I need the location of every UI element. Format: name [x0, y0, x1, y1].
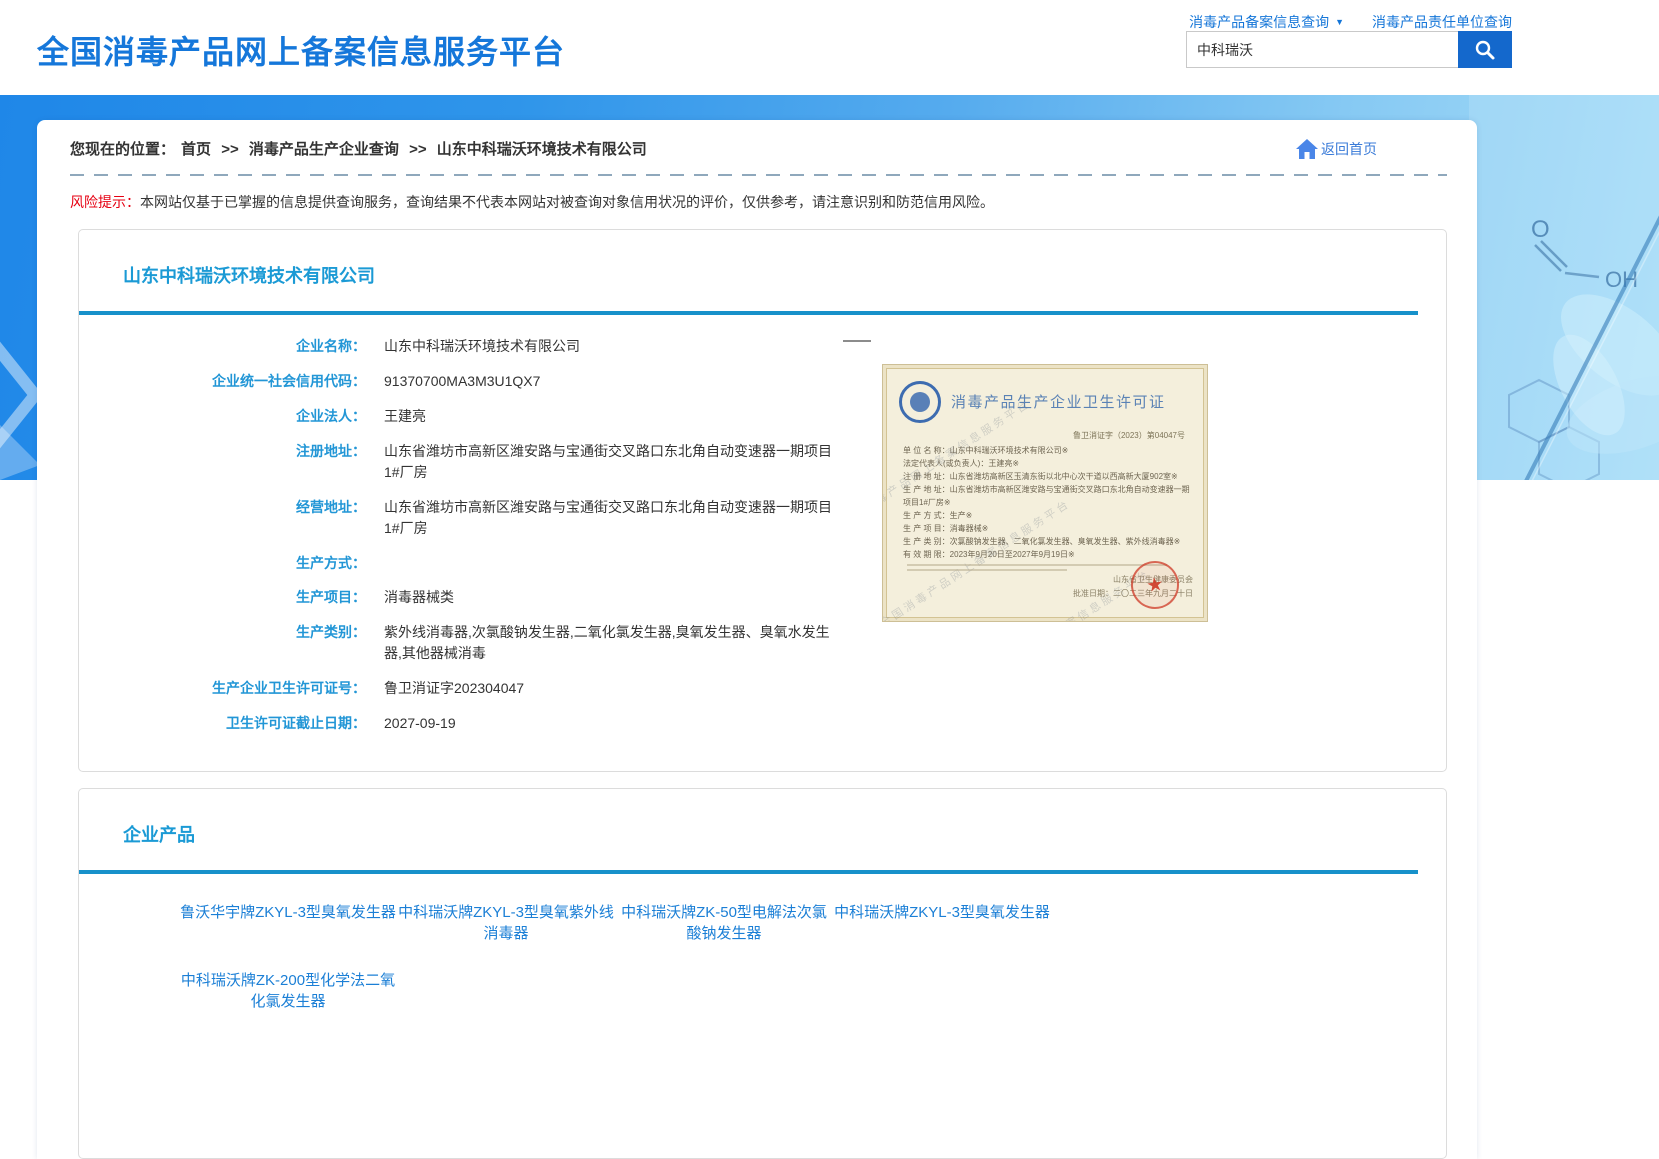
- certificate-line: 生 产 方 式：生产※: [903, 509, 1195, 522]
- certificate-line: 注 册 地 址：山东省潍坊高新区玉清东街以北中心次干道以西高新大厦902室※: [903, 470, 1195, 483]
- products-card-title: 企业产品: [79, 789, 1446, 847]
- breadcrumb-row: 您现在的位置： 首页 >> 消毒产品生产企业查询 >> 山东中科瑞沃环境技术有限公…: [37, 120, 1477, 159]
- banner-left-decoration: [0, 95, 40, 480]
- chemistry-graphic: O OH: [1469, 95, 1659, 480]
- dashed-divider: [70, 174, 1447, 176]
- breadcrumb-separator: >>: [409, 141, 427, 158]
- company-card-title: 山东中科瑞沃环境技术有限公司: [79, 230, 1446, 288]
- product-item: 中科瑞沃牌ZK-50型电解法次氯酸钠发生器: [615, 902, 833, 944]
- field-row: 生产类别： 紫外线消毒器,次氯酸钠发生器,二氧化氯发生器,臭氧发生器、臭氧水发生器…: [79, 615, 1446, 671]
- field-value: 山东省潍坊市高新区潍安路与宝通街交叉路口东北角自动变速器一期项目1#厂房: [384, 441, 844, 483]
- field-row: 企业统一社会信用代码： 91370700MA3M3U1QX7: [79, 364, 1446, 399]
- breadcrumb-separator: >>: [221, 141, 239, 158]
- product-item: 中科瑞沃牌ZK-200型化学法二氧化氯发生器: [179, 970, 397, 1012]
- company-card: 山东中科瑞沃环境技术有限公司 企业名称： 山东中科瑞沃环境技术有限公司 企业统一社…: [78, 229, 1447, 772]
- certificate-fineprint: [907, 564, 1167, 566]
- certificate-line: 法定代表人(或负责人)：王建亮※: [903, 457, 1195, 470]
- field-row: 企业法人： 王建亮: [79, 399, 1446, 434]
- certificate-body: 单 位 名 称：山东中科瑞沃环境技术有限公司※ 法定代表人(或负责人)：王建亮※…: [883, 444, 1207, 561]
- field-value: 2027-09-19: [384, 713, 456, 734]
- risk-notice-label: 风险提示：: [70, 194, 140, 210]
- product-list: 鲁沃华宇牌ZKYL-3型臭氧发生器 中科瑞沃牌ZKYL-3型臭氧紫外线消毒器 中…: [79, 874, 1119, 1038]
- products-card: 企业产品 鲁沃华宇牌ZKYL-3型臭氧发生器 中科瑞沃牌ZKYL-3型臭氧紫外线…: [78, 788, 1447, 1159]
- risk-notice-text: 本网站仅基于已掌握的信息提供查询服务，查询结果不代表本网站对被查询对象信用状况的…: [140, 194, 994, 210]
- certificate-title: 消毒产品生产企业卫生许可证: [951, 391, 1166, 412]
- field-label: 生产方式：: [79, 553, 366, 573]
- field-label: 注册地址：: [79, 441, 366, 483]
- search-input[interactable]: [1186, 31, 1458, 68]
- breadcrumb: 您现在的位置： 首页 >> 消毒产品生产企业查询 >> 山东中科瑞沃环境技术有限公…: [70, 138, 653, 159]
- company-fields: 企业名称： 山东中科瑞沃环境技术有限公司 企业统一社会信用代码： 91370700M…: [79, 315, 1446, 771]
- field-label: 企业统一社会信用代码：: [79, 371, 366, 392]
- home-icon: [1296, 139, 1318, 159]
- breadcrumb-item-home: 首页: [181, 141, 211, 158]
- certificate-line: 生 产 地 址：山东省潍坊市高新区潍安路与宝通街交叉路口东北角自动变速器一期项目…: [903, 483, 1195, 509]
- certificate-line: 生 产 项 目：消毒器械※: [903, 522, 1195, 535]
- product-link[interactable]: 中科瑞沃牌ZKYL-3型臭氧紫外线消毒器: [397, 902, 615, 944]
- back-home-link[interactable]: 返回首页: [1296, 139, 1377, 159]
- search-icon: [1474, 39, 1496, 61]
- product-link[interactable]: 中科瑞沃牌ZK-200型化学法二氧化氯发生器: [179, 970, 397, 1012]
- field-row: 注册地址： 山东省潍坊市高新区潍安路与宝通街交叉路口东北角自动变速器一期项目1#厂…: [79, 434, 1446, 490]
- field-row: 卫生许可证截止日期： 2027-09-19: [79, 706, 1446, 741]
- field-value: 鲁卫消证字202304047: [384, 678, 524, 699]
- certificate-header: 消毒产品生产企业卫生许可证: [899, 381, 1193, 423]
- product-item: 中科瑞沃牌ZKYL-3型臭氧发生器: [833, 902, 1051, 944]
- field-label: 卫生许可证截止日期：: [79, 713, 366, 734]
- certificate-line: 生 产 类 别：次氯酸钠发生器、二氧化氯发生器、臭氧发生器、紫外线消毒器※: [903, 535, 1195, 548]
- field-row: 经营地址： 山东省潍坊市高新区潍安路与宝通街交叉路口东北角自动变速器一期项目1#厂…: [79, 490, 1446, 546]
- field-label: 企业名称：: [79, 336, 366, 357]
- search-button[interactable]: [1458, 31, 1512, 68]
- certificate-line: 有 效 期 限：2023年9月20日至2027年9月19日※: [903, 548, 1195, 561]
- red-seal-icon: ★: [1128, 557, 1182, 611]
- field-row: 生产方式：: [79, 546, 1446, 580]
- national-emblem-icon: [899, 381, 941, 423]
- field-row: 生产项目： 消毒器械类: [79, 580, 1446, 615]
- field-value: 紫外线消毒器,次氯酸钠发生器,二氧化氯发生器,臭氧发生器、臭氧水发生器,其他器械…: [384, 622, 844, 664]
- nav-responsible-unit-query[interactable]: 消毒产品责任单位查询: [1372, 12, 1512, 32]
- risk-notice: 风险提示：本网站仅基于已掌握的信息提供查询服务，查询结果不代表本网站对被查询对象…: [70, 193, 1444, 213]
- certificate-fineprint: [907, 569, 1067, 571]
- breadcrumb-prefix: 您现在的位置：: [70, 141, 175, 158]
- product-item: 中科瑞沃牌ZKYL-3型臭氧紫外线消毒器: [397, 902, 615, 944]
- scan-artifact-dash: [843, 340, 871, 342]
- field-value: 王建亮: [384, 406, 426, 427]
- site-title: 全国消毒产品网上备案信息服务平台: [37, 27, 565, 73]
- field-value: 91370700MA3M3U1QX7: [384, 371, 540, 392]
- field-label: 生产企业卫生许可证号：: [79, 678, 366, 699]
- certificate-line: 单 位 名 称：山东中科瑞沃环境技术有限公司※: [903, 444, 1195, 457]
- product-link[interactable]: 中科瑞沃牌ZK-50型电解法次氯酸钠发生器: [615, 902, 833, 944]
- svg-text:O: O: [1531, 216, 1550, 243]
- top-nav: 消毒产品备案信息查询 ▼ 消毒产品责任单位查询: [1189, 12, 1512, 32]
- field-row: 生产企业卫生许可证号： 鲁卫消证字202304047: [79, 671, 1446, 706]
- chevron-down-icon: ▼: [1335, 17, 1344, 27]
- back-home-label: 返回首页: [1321, 139, 1377, 159]
- field-label: 生产类别：: [79, 622, 366, 664]
- site-header: 全国消毒产品网上备案信息服务平台 消毒产品备案信息查询 ▼ 消毒产品责任单位查询: [0, 0, 1659, 95]
- field-value: 山东中科瑞沃环境技术有限公司: [384, 336, 580, 357]
- field-value: 消毒器械类: [384, 587, 454, 608]
- field-row: 企业名称： 山东中科瑞沃环境技术有限公司: [79, 329, 1446, 364]
- product-link[interactable]: 鲁沃华宇牌ZKYL-3型臭氧发生器: [179, 902, 397, 923]
- field-label: 生产项目：: [79, 587, 366, 608]
- product-link[interactable]: 中科瑞沃牌ZKYL-3型臭氧发生器: [833, 902, 1051, 923]
- breadcrumb-item-company: 山东中科瑞沃环境技术有限公司: [437, 141, 647, 158]
- nav-record-info-query[interactable]: 消毒产品备案信息查询 ▼: [1189, 12, 1344, 32]
- field-value: 山东省潍坊市高新区潍安路与宝通街交叉路口东北角自动变速器一期项目1#厂房: [384, 497, 844, 539]
- certificate-number: 鲁卫消证字（2023）第04047号: [883, 430, 1185, 441]
- breadcrumb-item-enterprise-query: 消毒产品生产企业查询: [249, 141, 399, 158]
- seal-star-icon: ★: [1145, 572, 1165, 597]
- content-panel: 您现在的位置： 首页 >> 消毒产品生产企业查询 >> 山东中科瑞沃环境技术有限公…: [37, 120, 1477, 1159]
- product-item: 鲁沃华宇牌ZKYL-3型臭氧发生器: [179, 902, 397, 944]
- field-label: 经营地址：: [79, 497, 366, 539]
- search-bar: [1186, 31, 1512, 68]
- field-label: 企业法人：: [79, 406, 366, 427]
- hygiene-license-certificate-image: 全国消毒产品网上备案信息服务平台 全国消毒产品网上备案信息服务平台 全国消毒产品…: [882, 364, 1208, 622]
- nav-record-info-query-label: 消毒产品备案信息查询: [1189, 12, 1329, 32]
